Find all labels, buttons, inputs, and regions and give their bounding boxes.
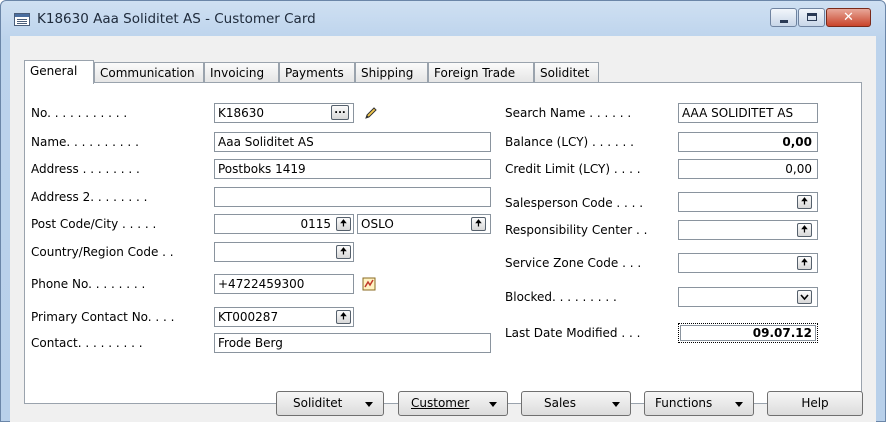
salesperson-code-label: Salesperson Code . . . . xyxy=(505,196,644,210)
search-name-field[interactable]: AAA SOLIDITET AS xyxy=(678,103,818,123)
credit-limit-lcy-label: Credit Limit (LCY) . . . . xyxy=(505,162,641,176)
post-code-field[interactable]: 0115 xyxy=(214,214,354,234)
close-icon: ✕ xyxy=(843,10,854,25)
functions-menu-button[interactable]: Functions xyxy=(644,391,754,416)
last-date-modified-label: Last Date Modified . . . xyxy=(505,326,641,340)
tab-invoicing[interactable]: Invoicing xyxy=(204,62,279,83)
sales-menu-button[interactable]: Sales xyxy=(521,391,631,416)
tab-general[interactable]: General xyxy=(24,60,94,84)
contact-field[interactable]: Frode Berg xyxy=(214,333,491,353)
customer-menu-button[interactable]: Customer xyxy=(398,391,508,416)
general-tab-panel: No. . . . . . . . . . . K18630 ... Name.… xyxy=(24,82,862,404)
country-region-code-label: Country/Region Code . . xyxy=(31,245,174,259)
help-button[interactable]: Help xyxy=(767,391,863,416)
city-lookup-icon[interactable]: 🠉 xyxy=(471,217,486,231)
maximize-icon xyxy=(807,13,817,21)
contact-label: Contact. . . . . . . . . xyxy=(31,336,143,350)
primary-contact-no-label: Primary Contact No. . . . xyxy=(31,310,175,324)
last-date-modified-field[interactable]: 09.07.12 xyxy=(678,323,818,343)
pencil-icon[interactable] xyxy=(363,105,379,121)
country-lookup-icon[interactable]: 🠉 xyxy=(336,245,351,259)
customer-button-label: Customer xyxy=(411,396,470,410)
address-field[interactable]: Postboks 1419 xyxy=(214,159,491,179)
tab-payments[interactable]: Payments xyxy=(279,62,355,83)
name-field[interactable]: Aaa Soliditet AS xyxy=(214,132,491,152)
salesperson-lookup-icon[interactable]: 🠉 xyxy=(797,195,812,209)
customer-card-window: K18630 Aaa Soliditet AS - Customer Card … xyxy=(0,0,886,422)
balance-lcy-field[interactable]: 0,00 xyxy=(678,132,818,152)
minimize-button[interactable] xyxy=(770,8,797,27)
service-zone-code-label: Service Zone Code . . . xyxy=(505,256,642,270)
close-button[interactable]: ✕ xyxy=(826,8,871,27)
phone-dial-icon[interactable] xyxy=(361,276,377,292)
phone-no-field[interactable]: +4722459300 xyxy=(214,274,354,294)
blocked-label: Blocked. . . . . . . . . xyxy=(505,290,617,304)
phone-no-label: Phone No. . . . . . . . xyxy=(31,277,146,291)
country-region-code-field[interactable] xyxy=(214,242,354,262)
minimize-icon xyxy=(780,20,788,23)
tab-soliditet[interactable]: Soliditet xyxy=(534,62,599,83)
chevron-down-icon xyxy=(489,402,497,407)
balance-lcy-label: Balance (LCY) . . . . . . xyxy=(505,135,634,149)
address-2-label: Address 2. . . . . . . . xyxy=(31,190,148,204)
soliditet-menu-button[interactable]: Soliditet xyxy=(276,391,384,416)
address-2-field[interactable] xyxy=(214,187,491,207)
soliditet-button-label: Soliditet xyxy=(293,396,343,410)
form-client-area: General Communication Invoicing Payments… xyxy=(10,36,876,422)
service-zone-lookup-icon[interactable]: 🠉 xyxy=(797,256,812,270)
chevron-down-icon xyxy=(735,402,743,407)
chevron-down-icon xyxy=(365,402,373,407)
sales-button-label: Sales xyxy=(544,396,576,410)
post-code-city-label: Post Code/City . . . . . xyxy=(31,217,157,231)
form-icon xyxy=(14,13,30,26)
responsibility-center-label: Responsibility Center . . xyxy=(505,223,648,237)
functions-button-label: Functions xyxy=(655,396,713,410)
responsibility-lookup-icon[interactable]: 🠉 xyxy=(797,223,812,237)
address-label: Address . . . . . . . . xyxy=(31,162,140,176)
window-title: K18630 Aaa Soliditet AS - Customer Card xyxy=(37,11,316,27)
tab-foreign-trade[interactable]: Foreign Trade xyxy=(428,62,534,83)
post-code-lookup-icon[interactable]: 🠉 xyxy=(336,217,351,231)
assist-edit-button[interactable]: ... xyxy=(331,105,349,120)
primary-contact-lookup-icon[interactable]: 🠉 xyxy=(336,310,351,324)
search-name-label: Search Name . . . . . . xyxy=(505,106,632,120)
chevron-down-icon xyxy=(612,402,620,407)
credit-limit-lcy-field[interactable]: 0,00 xyxy=(678,159,818,179)
tab-shipping[interactable]: Shipping xyxy=(355,62,428,83)
chevron-down-icon[interactable] xyxy=(797,290,812,304)
no-label: No. . . . . . . . . . . xyxy=(31,106,128,120)
name-label: Name. . . . . . . . . . xyxy=(31,135,139,149)
primary-contact-no-field[interactable]: KT000287 xyxy=(214,307,354,327)
title-bar[interactable]: K18630 Aaa Soliditet AS - Customer Card … xyxy=(1,1,885,35)
tab-communication[interactable]: Communication xyxy=(94,62,204,83)
maximize-button[interactable] xyxy=(798,8,825,27)
